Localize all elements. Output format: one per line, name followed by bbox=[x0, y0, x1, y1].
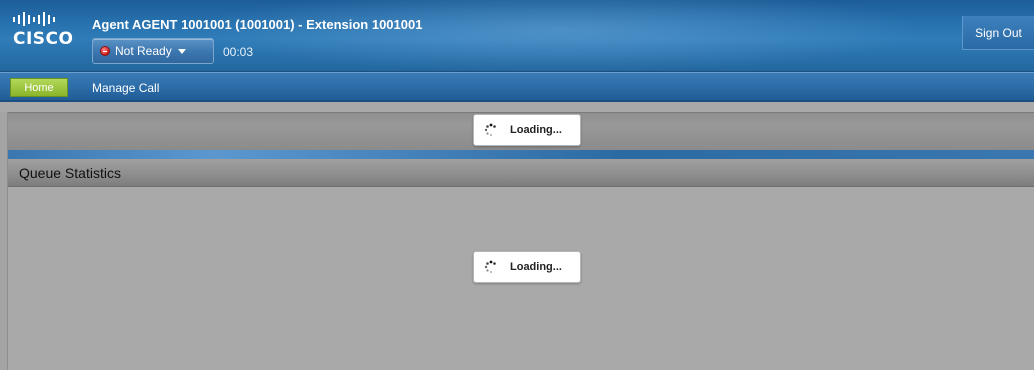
nav-bar: Home Manage Call bbox=[0, 72, 1034, 102]
loading-spinner-icon bbox=[484, 123, 496, 136]
agent-title: Agent AGENT 1001001 (1001001) - Extensio… bbox=[92, 17, 423, 32]
agent-state-dropdown[interactable]: Not Ready bbox=[92, 38, 214, 64]
not-ready-icon bbox=[100, 46, 110, 56]
tab-manage-call[interactable]: Manage Call bbox=[92, 81, 159, 95]
chevron-down-icon bbox=[177, 48, 186, 54]
tab-home[interactable]: Home bbox=[10, 78, 68, 97]
loading-spinner-icon bbox=[484, 260, 496, 273]
queue-statistics-title: Queue Statistics bbox=[19, 165, 121, 181]
loading-text: Loading... bbox=[510, 124, 562, 136]
app-header: CISCO Agent AGENT 1001001 (1001001) - Ex… bbox=[0, 0, 1034, 72]
sign-out-button[interactable]: Sign Out bbox=[962, 16, 1034, 50]
cisco-logo-bars bbox=[13, 12, 75, 26]
cisco-logo-text: CISCO bbox=[13, 29, 74, 49]
state-timer: 00:03 bbox=[223, 45, 254, 59]
queue-statistics-loading-indicator: Loading... bbox=[473, 251, 581, 283]
cisco-logo: CISCO bbox=[13, 12, 75, 58]
queue-statistics-header: Queue Statistics bbox=[8, 159, 1034, 187]
left-rail bbox=[0, 112, 8, 370]
loading-text: Loading... bbox=[510, 261, 562, 273]
agent-state-label: Not Ready bbox=[115, 44, 172, 58]
panel-divider bbox=[8, 150, 1034, 159]
loading-indicator: Loading... bbox=[473, 114, 581, 146]
